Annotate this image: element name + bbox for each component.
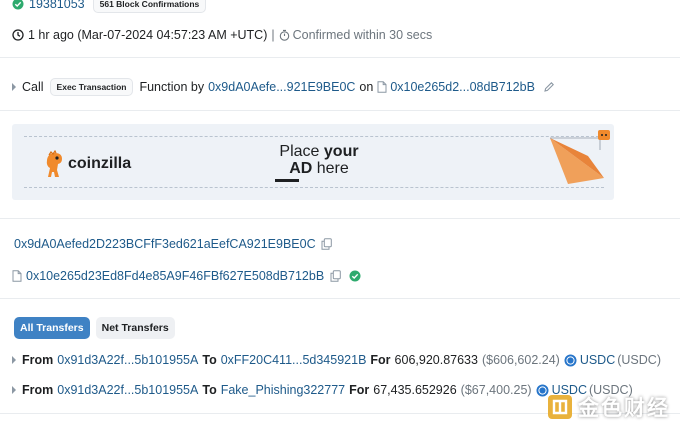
verified-check-icon [349, 270, 361, 282]
transfer-usd-value: ($67,400.25) [460, 383, 532, 397]
confirmed-within-text: Confirmed within 30 secs [292, 28, 433, 42]
call-label: Call [22, 80, 44, 94]
section-divider [0, 298, 680, 299]
transfer-to-link[interactable]: 0xFF20C411...5d345921B [221, 353, 367, 367]
block-row: 19381053 561 Block Confirmations [12, 0, 207, 13]
on-label: on [359, 80, 374, 94]
transfer-from-label: From [22, 353, 54, 367]
section-divider [0, 110, 680, 111]
ad-underline [275, 179, 299, 182]
to-address-row: 0x10e265d23Ed8Fd4e85A9F46FBf627E508dB712… [12, 269, 361, 283]
function-by-label: Function by [139, 80, 205, 94]
transfer-usd-value: ($606,602.24) [481, 353, 560, 367]
transfer-token-link[interactable]: USDC [580, 353, 615, 367]
document-icon [12, 270, 22, 282]
stopwatch-icon [279, 29, 290, 41]
tab-all-transfers[interactable]: All Transfers [14, 317, 90, 339]
section-divider [0, 218, 680, 219]
transaction-action-row: Call Exec Transaction Function by 0x9dA0… [12, 78, 555, 96]
watermark-logo-icon [547, 394, 573, 420]
document-icon [377, 81, 387, 93]
transfer-from-label: From [22, 383, 54, 397]
watermark: 金色财经 [547, 392, 670, 422]
expand-caret-icon[interactable] [12, 83, 16, 91]
check-circle-icon [12, 0, 24, 10]
transfer-to-label: To [202, 383, 217, 397]
transfer-row: From 0x91d3A22f...5b101955A To Fake_Phis… [12, 383, 633, 397]
timestamp-text: 1 hr ago (Mar-07-2024 04:57:23 AM +UTC) [28, 28, 268, 42]
copy-icon[interactable] [321, 238, 332, 250]
transfer-amount: 606,920.87633 [394, 353, 478, 367]
block-number-link[interactable]: 19381053 [29, 0, 85, 11]
watermark-text: 金色财经 [578, 397, 670, 420]
ad-headline-ad: AD [289, 160, 313, 177]
transfer-arrow-icon [12, 356, 16, 364]
contract-address-link[interactable]: 0x10e265d2...08dB712bB [390, 80, 535, 94]
section-divider [0, 57, 680, 58]
clock-icon [12, 29, 24, 41]
transfer-to-label: To [202, 353, 217, 367]
timestamp-row: 1 hr ago (Mar-07-2024 04:57:23 AM +UTC) … [12, 28, 432, 42]
ad-headline-your: your [323, 143, 359, 160]
transfer-arrow-icon [12, 386, 16, 394]
tab-net-transfers[interactable]: Net Transfers [95, 317, 175, 339]
transfer-from-link[interactable]: 0x91d3A22f...5b101955A [57, 353, 198, 367]
dinosaur-mascot-icon [40, 150, 66, 178]
transfer-amount: 67,435.652926 [373, 383, 457, 397]
usdc-token-icon [564, 354, 577, 367]
from-address-full-link[interactable]: 0x9dA0Aefed2D223BCFfF3ed621aEefCA921E9BE… [14, 237, 316, 251]
transfer-to-link[interactable]: Fake_Phishing322777 [221, 383, 345, 397]
block-confirmations-badge: 561 Block Confirmations [92, 0, 207, 13]
ad-headline: Place your AD here [264, 143, 374, 182]
transfer-token-symbol: (USDC) [617, 353, 661, 367]
method-badge: Exec Transaction [49, 78, 134, 96]
transfer-from-link[interactable]: 0x91d3A22f...5b101955A [57, 383, 198, 397]
ad-graphic-icon [548, 130, 614, 186]
from-address-row: 0x9dA0Aefed2D223BCFfF3ed621aEefCA921E9BE… [14, 237, 332, 251]
ad-banner[interactable]: coinzilla Place your AD here [12, 124, 614, 200]
transfer-tabs: All Transfers Net Transfers [14, 317, 181, 339]
ad-headline-here: here [312, 160, 349, 177]
to-address-full-link[interactable]: 0x10e265d23Ed8Fd4e85A9F46FBf627E508dB712… [26, 269, 324, 283]
copy-icon[interactable] [330, 270, 341, 282]
transfer-for-label: For [370, 353, 391, 367]
pencil-icon[interactable] [543, 81, 555, 93]
transfer-row: From 0x91d3A22f...5b101955A To 0xFF20C41… [12, 353, 661, 367]
transfer-for-label: For [349, 383, 370, 397]
ad-headline-place: Place [279, 143, 324, 160]
timestamp-separator: | [271, 28, 275, 42]
ad-brand-text: coinzilla [68, 155, 132, 172]
caller-address-link[interactable]: 0x9dA0Aefe...921E9BE0C [208, 80, 355, 94]
